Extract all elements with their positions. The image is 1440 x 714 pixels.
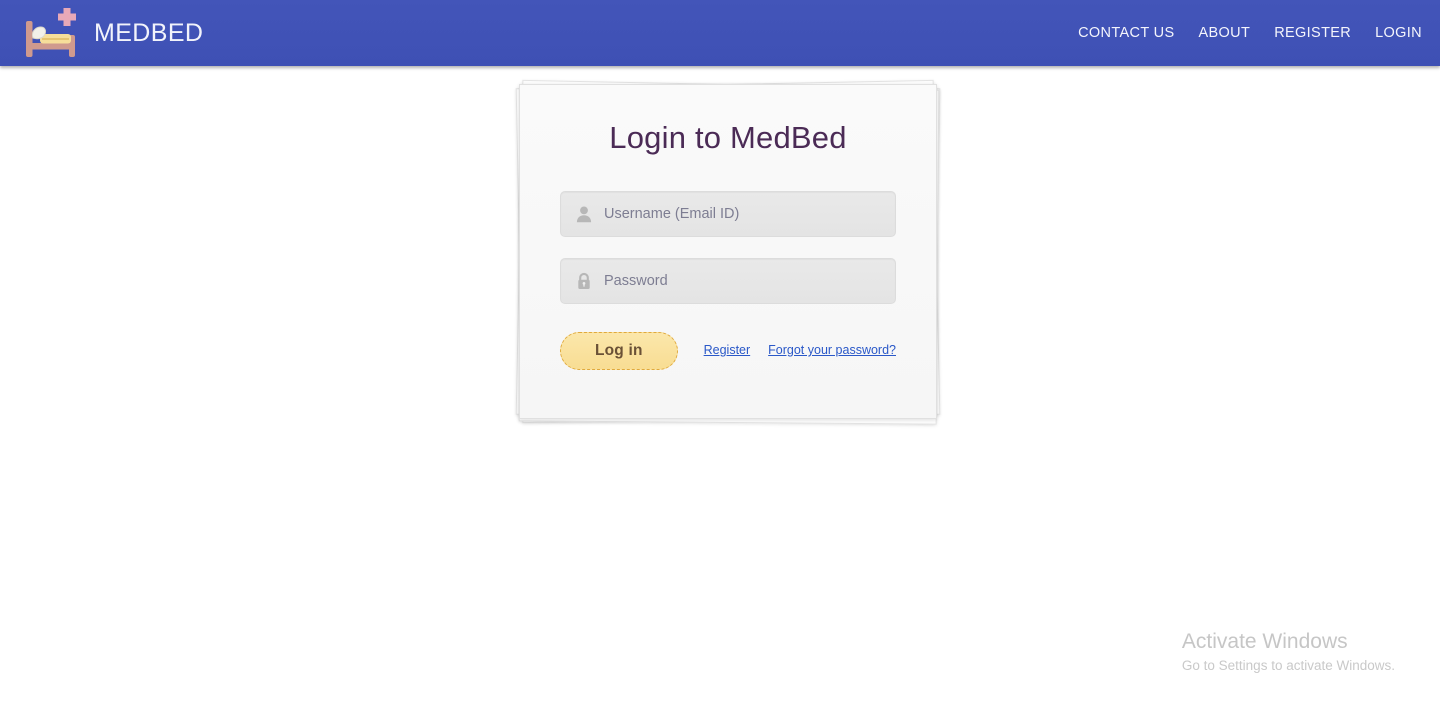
hospital-bed-icon [18,5,80,61]
nav-link-about[interactable]: ABOUT [1187,18,1263,49]
brand-name: MEDBED [94,18,204,47]
login-card-title: Login to MedBed [609,120,847,155]
password-input[interactable] [560,258,896,305]
password-field-wrapper [560,258,896,305]
page-body: Login to MedBed Username (Email ID) Log … [0,66,1440,714]
nav-link-register[interactable]: REGISTER [1262,18,1363,49]
username-field-wrapper [560,191,896,238]
windows-activation-watermark: Activate Windows Go to Settings to activ… [1182,628,1395,676]
username-input[interactable] [560,191,896,238]
watermark-subtitle: Go to Settings to activate Windows. [1181,658,1395,674]
nav-link-login[interactable]: LOGIN [1363,18,1428,49]
nav-link-contact-us[interactable]: CONTACT US [1066,18,1186,49]
login-card-stack: Login to MedBed Username (Email ID) Log … [515,79,941,425]
watermark-title: Activate Windows [1181,629,1348,653]
site-header: MEDBED CONTACT US ABOUT REGISTER LOGIN [0,0,1440,66]
forgot-password-link[interactable]: Forgot your password? [768,343,896,357]
register-link[interactable]: Register [704,343,751,357]
primary-navigation: CONTACT US ABOUT REGISTER LOGIN [1066,18,1428,49]
login-card: Login to MedBed Username (Email ID) Log … [519,84,937,419]
login-actions-row: Log in Register Forgot your password? [560,332,896,371]
login-submit-button[interactable]: Log in [560,332,678,371]
auxiliary-links: Register Forgot your password? [704,343,896,359]
brand-logo-link[interactable]: MEDBED [18,5,203,61]
